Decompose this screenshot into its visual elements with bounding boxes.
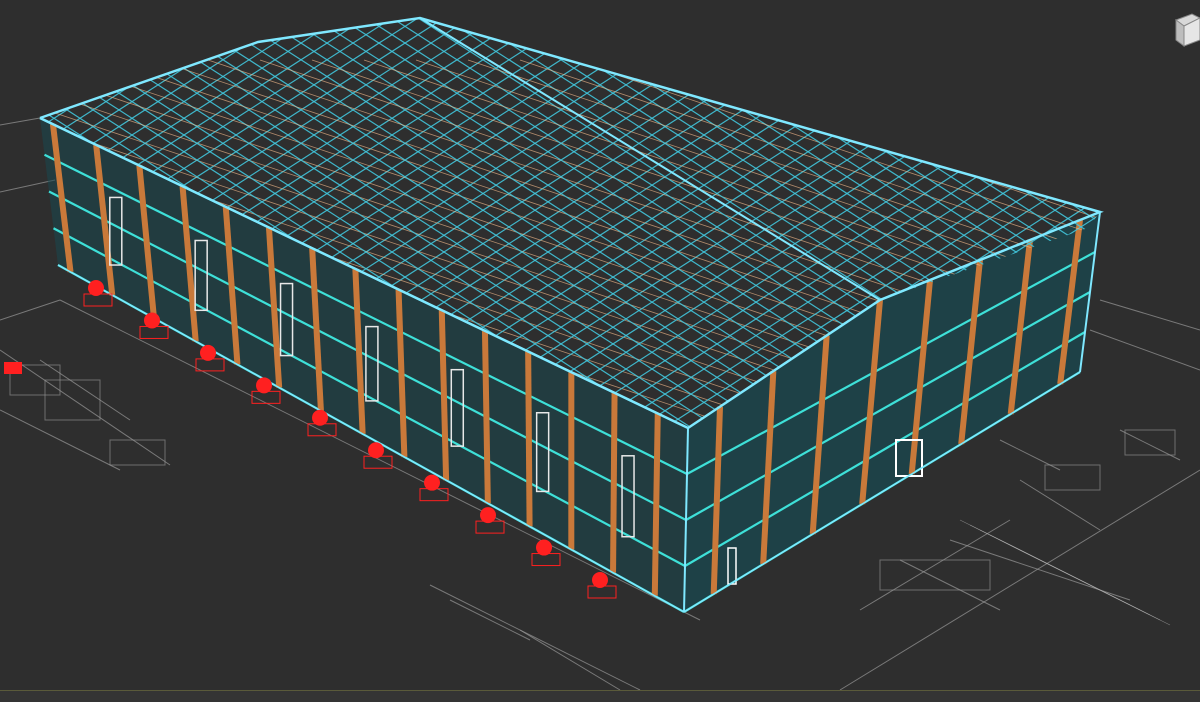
roof-diagonal — [1124, 0, 1200, 450]
cad-line — [839, 469, 1200, 691]
roof-diagonal — [1170, 0, 1200, 450]
building-model — [0, 0, 1200, 691]
cad-line — [0, 299, 61, 321]
roof-diagonal — [1097, 18, 1100, 428]
roof-diagonal — [1150, 0, 1200, 450]
cad-line — [0, 117, 41, 126]
cad-line — [0, 179, 56, 193]
cad-line — [1089, 329, 1200, 371]
viewcube-icon[interactable] — [1172, 10, 1200, 50]
foundation-pad — [587, 585, 617, 599]
side-column — [651, 413, 661, 596]
side-column — [481, 330, 491, 504]
roof-secondary — [1144, 60, 1200, 460]
cad-line — [949, 539, 1131, 601]
foundation-pad — [363, 455, 393, 469]
cad-block — [1044, 464, 1101, 491]
cad-line — [429, 584, 641, 691]
side-column — [610, 392, 618, 573]
long-side-wall — [39, 117, 689, 613]
foundation-pad — [251, 390, 281, 404]
cad-line — [0, 349, 171, 466]
foundation-pad — [195, 358, 225, 372]
viewport-bottom-border — [0, 690, 1200, 702]
roof-diagonal — [1118, 0, 1200, 450]
roof-secondary — [1091, 59, 1100, 428]
roof-secondary — [1196, 60, 1200, 460]
cad-line — [449, 599, 531, 641]
cad-line — [1019, 479, 1101, 531]
roof-diagonal — [1091, 18, 1100, 428]
side-column — [525, 351, 533, 527]
foundation-pad — [419, 488, 449, 502]
foundation-pad — [475, 520, 505, 534]
foundation-marker — [4, 362, 22, 374]
side-wall-panel — [40, 118, 688, 612]
cad-block — [109, 439, 166, 466]
roof-diagonal — [1144, 0, 1200, 450]
3d-viewport[interactable] — [0, 0, 1200, 702]
cad-block — [1124, 429, 1176, 456]
roof-diagonal — [0, 0, 24, 450]
cad-line — [1099, 299, 1200, 331]
cad-line — [519, 629, 621, 691]
roof-diagonal — [1176, 0, 1200, 450]
cad-hatch — [959, 519, 1171, 626]
foundation-pad — [83, 293, 113, 307]
cad-line — [39, 359, 131, 421]
cad-hatch-line — [1089, 584, 1171, 626]
roof-diagonal — [40, 18, 51, 428]
cad-line — [899, 559, 1001, 611]
roof-diagonal — [1196, 0, 1200, 450]
foundation-pad — [139, 325, 169, 339]
foundation-pad — [531, 553, 561, 567]
